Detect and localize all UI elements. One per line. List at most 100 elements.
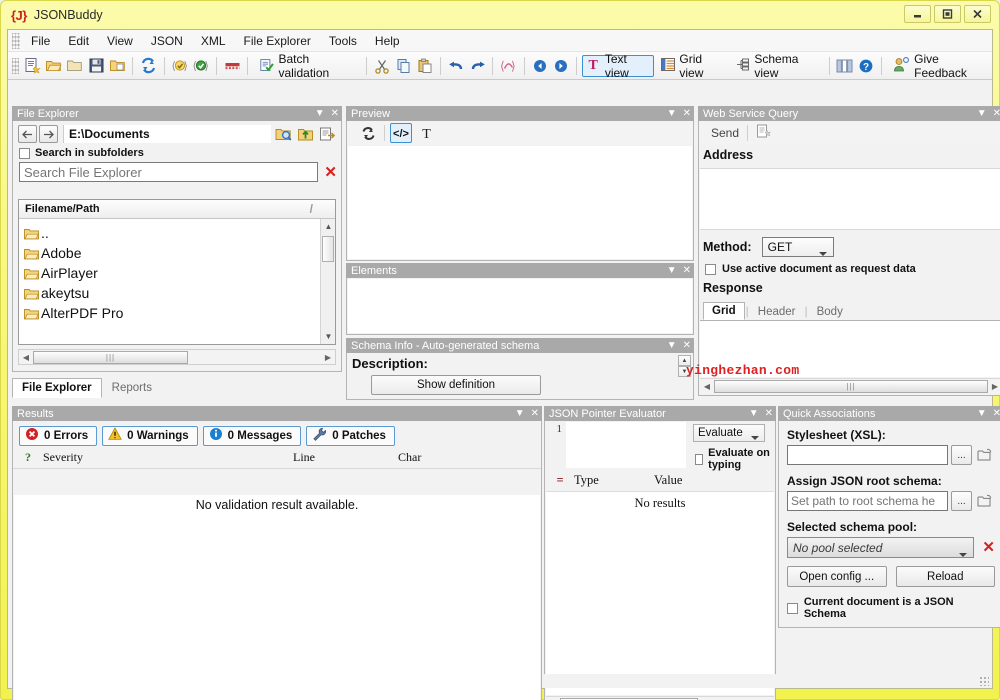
tab-file-explorer[interactable]: File Explorer	[12, 378, 102, 398]
help-icon[interactable]: ?	[856, 55, 876, 77]
resize-grip[interactable]	[979, 676, 989, 686]
redo-icon[interactable]	[467, 55, 487, 77]
column-char[interactable]: Char	[398, 450, 421, 465]
elements-list[interactable]	[348, 279, 692, 333]
column-status[interactable]: ?	[13, 450, 43, 465]
tab-grid[interactable]: Grid	[703, 302, 745, 320]
list-item[interactable]: AlterPDF Pro	[19, 303, 335, 323]
close-icon[interactable]: ✕	[531, 408, 539, 419]
menu-json[interactable]: JSON	[142, 31, 192, 51]
text-view-icon[interactable]: T	[415, 123, 437, 143]
file-list-header[interactable]: Filename/Path /	[19, 200, 335, 219]
close-icon[interactable]: ✕	[993, 408, 1000, 419]
split-view-icon[interactable]	[835, 55, 855, 77]
tab-body[interactable]: Body	[809, 304, 851, 320]
toolbar-grip[interactable]	[12, 57, 20, 74]
panel-menu-icon[interactable]: ▼	[977, 408, 987, 419]
response-grid[interactable]	[700, 320, 1000, 377]
copy-icon[interactable]	[394, 55, 414, 77]
patches-chip[interactable]: 0 Patches	[306, 425, 395, 446]
nav-forward-icon[interactable]	[39, 125, 58, 143]
refresh-icon[interactable]	[357, 123, 379, 143]
elements-header[interactable]: Elements ▼ ✕	[346, 263, 694, 278]
search-input[interactable]	[19, 162, 319, 182]
back-icon[interactable]	[529, 55, 549, 77]
path-input[interactable]	[63, 125, 271, 143]
address-input[interactable]	[700, 168, 1000, 230]
current-document-schema-checkbox[interactable]	[787, 602, 798, 614]
root-schema-browse-button[interactable]: ...	[951, 491, 972, 511]
tab-reports[interactable]: Reports	[102, 378, 162, 398]
check-wellformed-icon[interactable]: ⟨ ⟩	[170, 55, 190, 77]
minimize-button[interactable]	[904, 5, 931, 23]
batch-validation-button[interactable]: Batch validation	[253, 52, 361, 80]
json-pointer-input[interactable]	[566, 422, 686, 468]
response-horizontal-scrollbar[interactable]: ◀ ||| ▶	[700, 378, 1000, 394]
open-config-button[interactable]: Open config ...	[787, 566, 887, 587]
errors-chip[interactable]: 0 Errors	[19, 425, 98, 446]
paste-icon[interactable]	[415, 55, 435, 77]
schema-view-button[interactable]: Schema view	[730, 52, 824, 80]
undo-icon[interactable]	[446, 55, 466, 77]
messages-chip[interactable]: 0 Messages	[202, 425, 302, 446]
menu-edit[interactable]: Edit	[59, 31, 98, 51]
use-active-document-checkbox[interactable]	[705, 263, 716, 275]
column-severity[interactable]: Severity	[43, 450, 293, 465]
close-button[interactable]	[964, 5, 991, 23]
root-schema-input[interactable]	[787, 491, 948, 511]
find-icon[interactable]: ⟨ ⟩	[498, 55, 518, 77]
evaluate-on-typing-checkbox[interactable]	[695, 453, 704, 465]
column-sort-icon[interactable]: /	[310, 202, 313, 216]
scroll-down-icon[interactable]: ▼	[321, 329, 335, 344]
preview-canvas[interactable]	[348, 146, 692, 259]
file-list-horizontal-scrollbar[interactable]: ◀ ||| ▶	[18, 349, 336, 365]
close-icon[interactable]: ✕	[683, 265, 691, 276]
panel-menu-icon[interactable]: ▼	[977, 108, 987, 119]
close-icon[interactable]: ✕	[765, 408, 773, 419]
validate-icon[interactable]: ⟨ ⟩	[191, 55, 211, 77]
panel-menu-icon[interactable]: ▼	[667, 265, 677, 276]
open-root-schema-icon[interactable]	[975, 491, 995, 511]
list-item[interactable]: AirPlayer	[19, 263, 335, 283]
maximize-button[interactable]	[934, 5, 961, 23]
save-as-icon[interactable]	[107, 55, 127, 77]
tab-header[interactable]: Header	[750, 304, 804, 320]
scroll-thumb[interactable]	[322, 236, 334, 262]
column-equals[interactable]: =	[546, 473, 574, 488]
scroll-right-icon[interactable]: ▶	[988, 382, 1000, 391]
menu-file[interactable]: File	[22, 31, 59, 51]
cut-icon[interactable]	[372, 55, 392, 77]
close-icon[interactable]: ✕	[683, 340, 691, 351]
open-folder-icon[interactable]	[65, 55, 85, 77]
scroll-thumb[interactable]: |||	[33, 350, 188, 364]
scroll-left-icon[interactable]: ◀	[700, 382, 714, 391]
format-icon[interactable]	[222, 55, 242, 77]
schema-info-header[interactable]: Schema Info - Auto-generated schema ▼ ✕	[346, 338, 694, 353]
close-icon[interactable]: ✕	[683, 108, 691, 119]
scroll-left-icon[interactable]: ◀	[19, 353, 33, 362]
go-up-folder-icon[interactable]	[295, 125, 315, 143]
quick-associations-header[interactable]: Quick Associations ▼ ✕	[778, 406, 1000, 421]
grid-view-button[interactable]: Grid view	[655, 52, 729, 80]
search-subfolders-checkbox[interactable]	[19, 147, 30, 159]
list-item[interactable]: Adobe	[19, 243, 335, 263]
text-view-button[interactable]: T Text view	[581, 52, 655, 80]
scroll-thumb[interactable]: |||	[714, 380, 988, 393]
open-in-explorer-icon[interactable]	[317, 125, 337, 143]
list-item[interactable]: akeytsu	[19, 283, 335, 303]
schema-pool-select[interactable]: No pool selected	[787, 537, 975, 558]
open-stylesheet-icon[interactable]	[975, 445, 995, 465]
evaluate-button[interactable]: Evaluate	[693, 424, 765, 442]
close-icon[interactable]: ✕	[993, 108, 1000, 119]
menu-grip[interactable]	[12, 32, 20, 49]
new-document-icon[interactable]	[22, 55, 42, 77]
json-pointer-header[interactable]: JSON Pointer Evaluator ▼ ✕	[544, 406, 776, 421]
clear-search-icon[interactable]: ✕	[324, 165, 337, 180]
results-list[interactable]: No validation result available.	[14, 495, 540, 700]
column-value[interactable]: Value	[654, 473, 682, 488]
stylesheet-input[interactable]	[787, 445, 948, 465]
nav-back-icon[interactable]	[18, 125, 37, 143]
clear-pool-icon[interactable]: ✕	[982, 540, 995, 555]
file-list-vertical-scrollbar[interactable]: ▲ ▼	[320, 219, 335, 344]
refresh-icon[interactable]	[138, 55, 158, 77]
